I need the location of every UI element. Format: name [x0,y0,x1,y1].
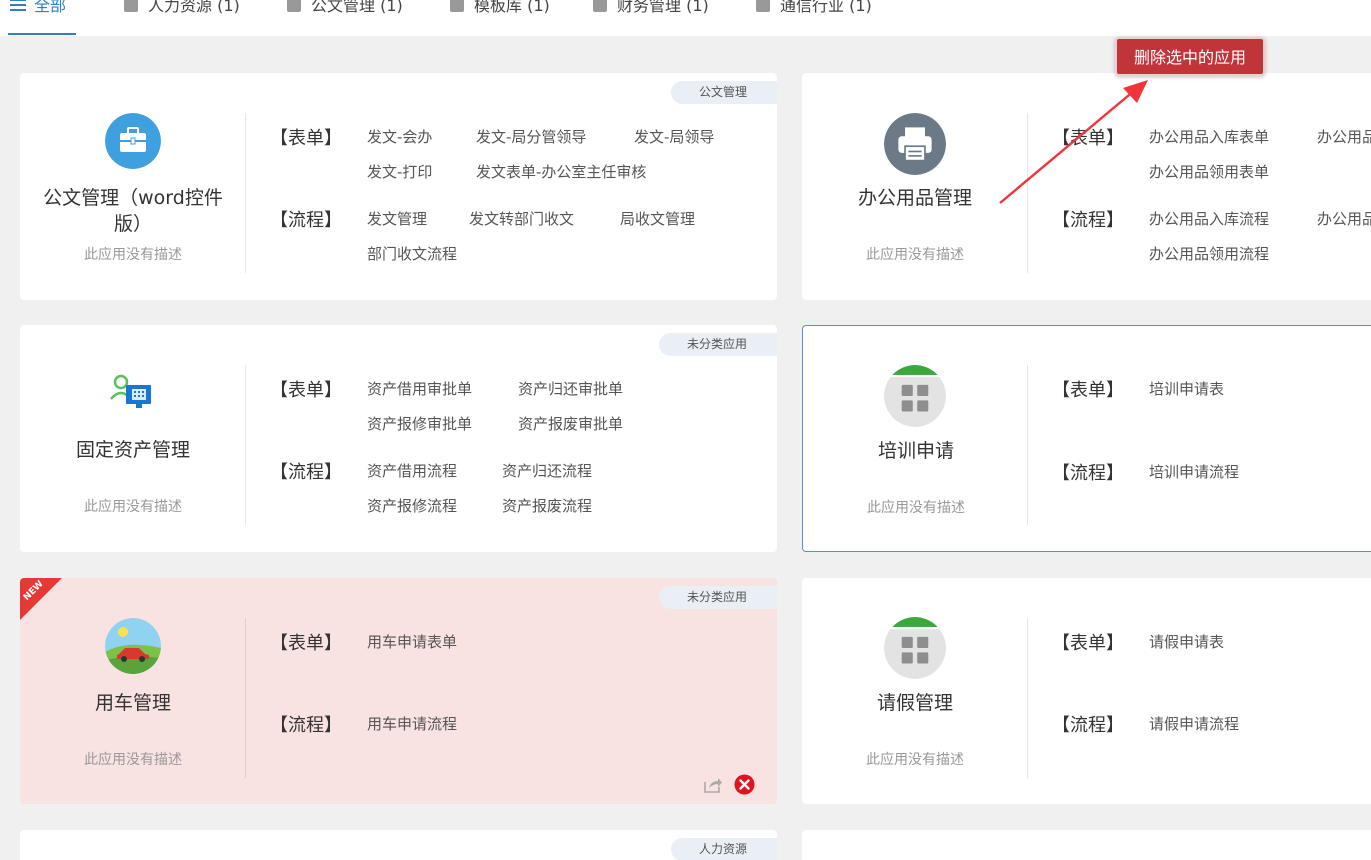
flows-label: 【流程】 [1052,715,1124,736]
tab-finance[interactable]: 财务管理 (1) [593,0,709,22]
folder-icon [287,0,301,12]
tab-hr[interactable]: 人力资源 (1) [124,0,240,22]
flow-link[interactable]: 资产借用流程 [367,460,457,481]
category-badge: 人力资源 [670,838,777,860]
forms-label: 【表单】 [1052,633,1124,654]
delete-icon[interactable] [734,774,755,795]
divider [245,618,246,778]
delete-selected-apps-button[interactable]: 删除选中的应用 [1115,37,1265,76]
divider [1027,618,1028,778]
divider [1027,365,1028,525]
flow-link[interactable]: 办公用品领用流程 [1149,243,1269,264]
forms-label: 【表单】 [270,380,342,401]
flow-link[interactable]: 用车申请流程 [367,713,457,734]
flow-link[interactable]: 局收文管理 [620,208,695,229]
category-badge: 未分类应用 [658,586,777,609]
forms-label: 【表单】 [1052,380,1124,401]
app-card-partial[interactable] [802,830,1371,860]
form-link[interactable]: 培训申请表 [1149,378,1224,399]
flow-link[interactable]: 资产归还流程 [502,460,592,481]
asset-computer-icon [110,374,151,408]
annotation-arrow [999,80,1148,204]
forms-label: 【表单】 [270,128,342,149]
flow-link[interactable]: 发文转部门收文 [469,208,574,229]
flow-link[interactable]: 培训申请流程 [1149,461,1239,482]
app-name[interactable]: 办公用品管理 [812,185,1018,211]
app-card-fixed-assets[interactable]: 未分类应用 固定资产管理 此应用没有描述 【表单】 资产借用审批单 资产归还审批… [20,325,777,552]
form-link[interactable]: 办公用品入库表单 [1149,126,1269,147]
car-landscape-icon [105,618,161,674]
app-card-document[interactable]: 公文管理 公文管理（word控件版） 此应用没有描述 【表单】 发文-会办 发文… [20,73,777,300]
divider [245,365,246,525]
folder-icon [450,0,464,12]
app-name[interactable]: 培训申请 [813,438,1019,464]
form-link[interactable]: 资产借用审批单 [367,378,472,399]
category-badge: 未分类应用 [658,333,777,356]
flow-link[interactable]: 资产报废流程 [502,495,592,516]
folder-icon [756,0,770,12]
app-card-hr[interactable]: 人力资源 [20,830,777,860]
briefcase-icon [105,113,161,169]
printer-icon [884,113,946,175]
flows-label: 【流程】 [270,210,342,231]
form-link[interactable]: 资产报修审批单 [367,413,472,434]
app-name[interactable]: 用车管理 [30,690,236,716]
app-card-leave[interactable]: 请假管理 此应用没有描述 【表单】 请假申请表 【流程】 请假申请流程 [802,578,1371,804]
form-link[interactable]: 资产报废审批单 [518,413,623,434]
flows-label: 【流程】 [270,462,342,483]
forms-label: 【表单】 [270,633,342,654]
app-description: 此应用没有描述 [84,247,182,263]
app-description: 此应用没有描述 [866,247,964,263]
tab-telecom[interactable]: 通信行业 (1) [756,0,872,22]
app-card-vehicle[interactable]: NEW 未分类应用 用车管理 此应用没有描述 【表单】 用车申请表单 【流程】 … [20,578,777,804]
share-icon[interactable] [703,775,723,794]
flow-link[interactable]: 办公用品入库流程 [1149,208,1269,229]
form-link[interactable]: 发文-打印 [367,161,432,182]
form-link[interactable]: 用车申请表单 [367,631,457,652]
app-description: 此应用没有描述 [84,752,182,768]
tab-template-library[interactable]: 模板库 (1) [450,0,550,22]
app-description: 此应用没有描述 [84,499,182,515]
flow-link[interactable]: 资产报修流程 [367,495,457,516]
app-name[interactable]: 公文管理（word控件版） [30,185,236,237]
form-link[interactable]: 办公用品领用表单 [1149,161,1269,182]
folder-icon [593,0,607,12]
flow-link[interactable]: 发文管理 [367,208,427,229]
app-name[interactable]: 请假管理 [812,690,1018,716]
form-link[interactable]: 发文-局分管领导 [476,126,586,147]
app-grid-icon [884,617,946,679]
tab-all[interactable]: 全部 [10,0,66,22]
list-icon [10,0,26,11]
flow-link[interactable]: 部门收文流程 [367,243,457,264]
flows-label: 【流程】 [270,715,342,736]
category-badge: 公文管理 [670,81,777,104]
folder-icon [124,0,138,12]
form-link[interactable]: 请假申请表 [1149,631,1224,652]
form-link[interactable]: 发文-会办 [367,126,432,147]
flow-link[interactable]: 请假申请流程 [1149,713,1239,734]
app-description: 此应用没有描述 [866,752,964,768]
form-link[interactable]: 资产归还审批单 [518,378,623,399]
tab-document-mgmt[interactable]: 公文管理 (1) [287,0,403,22]
flows-label: 【流程】 [1052,463,1124,484]
form-link[interactable]: 办公用品 [1317,126,1371,147]
flow-link[interactable]: 办公用品 [1317,208,1371,229]
divider [245,113,246,273]
app-grid-icon [884,365,946,427]
active-tab-indicator [8,33,76,35]
form-link[interactable]: 发文-局领导 [634,126,714,147]
app-description: 此应用没有描述 [867,500,965,516]
form-link[interactable]: 发文表单-办公室主任审核 [476,161,646,182]
app-name[interactable]: 固定资产管理 [30,437,236,463]
category-tab-bar: 全部 人力资源 (1) 公文管理 (1) 模板库 (1) 财务管理 (1) 通信… [0,0,1371,36]
app-card-training[interactable]: 培训申请 此应用没有描述 【表单】 培训申请表 【流程】 培训申请流程 [802,325,1371,552]
